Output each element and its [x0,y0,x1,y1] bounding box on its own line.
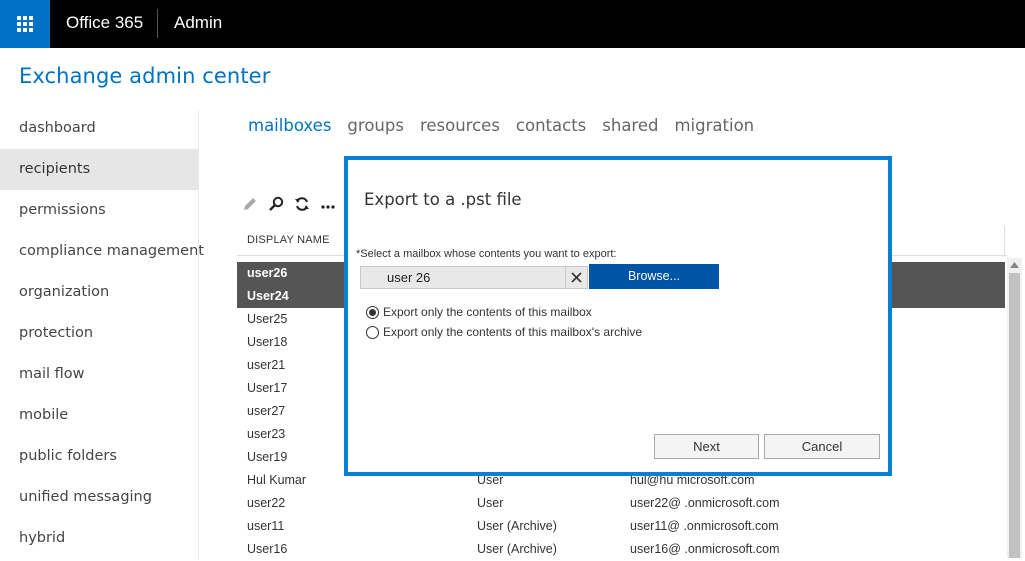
tab-resources[interactable]: resources [420,116,500,135]
close-icon [571,272,582,283]
pencil-icon [244,198,256,210]
row-type: User (Archive) [477,519,557,533]
waffle-icon [17,16,33,32]
header-divider [157,9,158,38]
refresh-icon [295,197,309,211]
radio-selected[interactable] [366,305,379,319]
mailbox-value: user 26 [387,270,431,285]
dialog-title: Export to a .pst file [364,190,522,209]
row-name: user11 [247,519,285,533]
row-name: User18 [247,335,288,349]
option-label: Export only the contents of this mailbox… [383,325,643,339]
row-name: user26 [247,266,288,280]
row-name: User24 [247,289,289,303]
column-header-display-name[interactable]: DISPLAY NAME [247,234,330,246]
tab-migration[interactable]: migration [674,116,754,135]
nav-item-recipients[interactable]: recipients [0,149,198,190]
row-name: User17 [247,381,288,395]
nav-item-mail-flow[interactable]: mail flow [0,354,198,395]
row-email: user11@ .onmicrosoft.com [630,519,779,533]
scrollbar-thumb[interactable] [1009,273,1020,558]
list-toolbar [240,194,338,214]
clear-mailbox-button[interactable] [565,267,587,288]
row-name: User25 [247,312,288,326]
admin-label[interactable]: Admin [174,0,222,48]
edit-button[interactable] [240,194,260,214]
triangle-up-icon [1010,262,1019,268]
refresh-button[interactable] [292,194,312,214]
row-name: user22 [247,496,286,510]
tab-contacts[interactable]: contacts [516,116,586,135]
cancel-button[interactable]: Cancel [764,434,880,459]
row-name: user21 [247,358,286,372]
top-bar: Office 365 Admin [0,0,1025,48]
page-title: Exchange admin center [19,64,271,88]
column-divider [1004,226,1005,256]
export-mailbox-option[interactable]: Export only the contents of this mailbox [366,305,592,319]
more-icon [321,205,335,209]
more-button[interactable] [318,194,338,214]
row-name: Hul Kumar [247,473,307,487]
tab-shared[interactable]: shared [602,116,658,135]
next-button[interactable]: Next [654,434,759,459]
nav-item-unified-messaging[interactable]: unified messaging [0,477,198,518]
nav-item-organization[interactable]: organization [0,272,198,313]
nav-item-hybrid[interactable]: hybrid [0,518,198,559]
tab-mailboxes[interactable]: mailboxes [248,116,331,135]
row-email: user22@ .onmicrosoft.com [630,496,780,510]
nav-item-compliance-management[interactable]: compliance management [0,231,204,272]
row-name: User19 [247,450,288,464]
table-row[interactable]: user11 User (Archive) user11@ .onmicroso… [237,515,1005,538]
nav-item-permissions[interactable]: permissions [0,190,198,231]
left-nav: dashboard recipients permissions complia… [0,108,204,559]
app-launcher-button[interactable] [0,0,50,48]
option-label: Export only the contents of this mailbox [383,305,592,319]
search-button[interactable] [266,194,286,214]
search-icon [269,196,284,211]
radio-unselected[interactable] [366,325,379,339]
recipient-tabs: mailboxes groups resources contacts shar… [248,116,754,135]
mailbox-field[interactable]: user 26 [360,266,588,289]
export-archive-option[interactable]: Export only the contents of this mailbox… [366,325,642,339]
mailbox-label: *Select a mailbox whose contents you wan… [356,248,617,260]
table-row[interactable]: user22 User user22@ .onmicrosoft.com [237,492,1005,515]
brand-label[interactable]: Office 365 [66,0,143,48]
nav-item-dashboard[interactable]: dashboard [0,108,198,149]
nav-item-mobile[interactable]: mobile [0,395,198,436]
browse-button[interactable]: Browse... [589,264,719,289]
row-name: user23 [247,427,286,441]
nav-item-public-folders[interactable]: public folders [0,436,198,477]
nav-divider [198,110,199,558]
row-type: User [477,496,504,510]
export-pst-dialog: Export to a .pst file *Select a mailbox … [344,156,892,476]
row-name: user27 [247,404,286,418]
nav-item-protection[interactable]: protection [0,313,198,354]
tab-groups[interactable]: groups [347,116,404,135]
scroll-up-button[interactable] [1008,260,1021,270]
